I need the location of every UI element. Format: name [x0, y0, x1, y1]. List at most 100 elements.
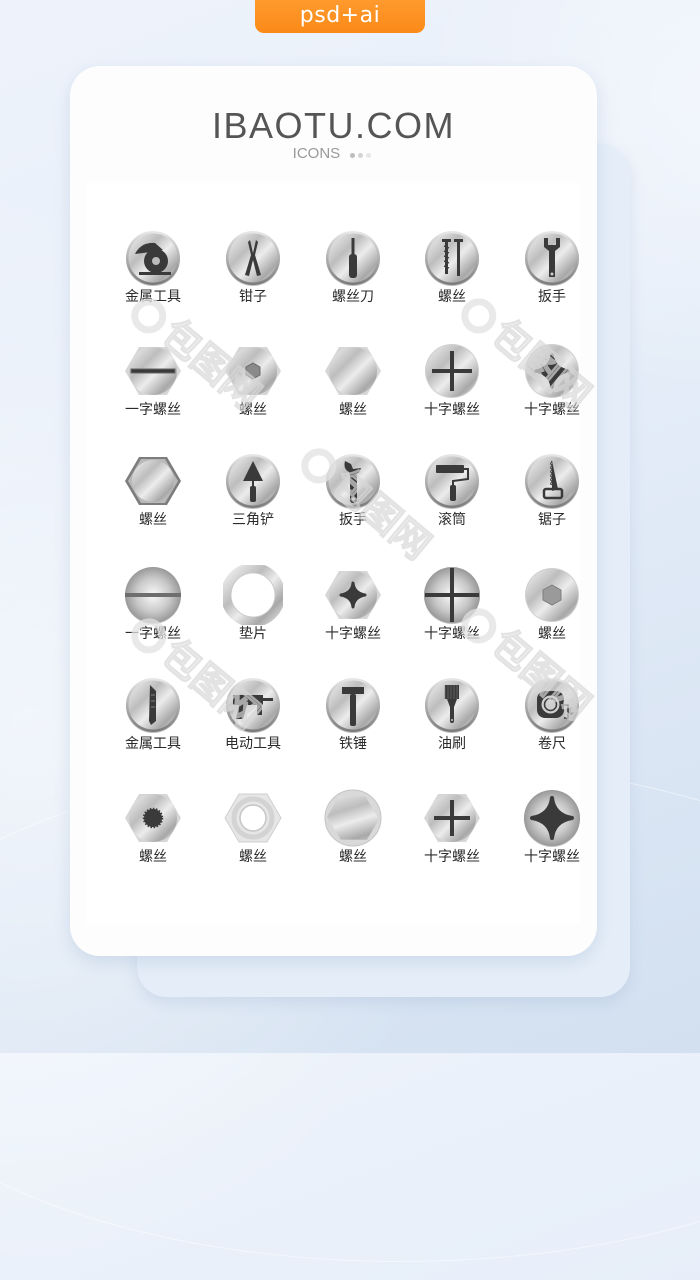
icon-tile[interactable]: 螺丝 — [103, 451, 203, 551]
icon-sheet-card: IBAOTU.COM ICONS 金属工具 钳子 螺丝刀 螺丝 扳手 一字螺丝 … — [70, 66, 597, 956]
icon-tile[interactable]: 螺丝 — [303, 341, 403, 441]
icon-tile[interactable]: 电动工具 — [203, 675, 303, 775]
icon-label: 电动工具 — [225, 736, 281, 752]
adjustable-wrench-icon — [326, 454, 380, 509]
tape-measure-icon — [525, 678, 579, 733]
icon-tile[interactable]: 油刷 — [402, 675, 502, 775]
icon-tile[interactable]: 螺丝 — [103, 788, 203, 888]
icon-tile[interactable]: 金属工具 — [103, 228, 203, 328]
slotted-round-screw-icon — [125, 567, 181, 624]
hex-socket-round-icon — [525, 568, 579, 622]
icon-tile[interactable]: 十字螺丝 — [402, 565, 502, 665]
icon-tile[interactable]: 扳手 — [303, 451, 403, 551]
hammer-icon — [326, 678, 380, 733]
icon-tile[interactable]: 铁锤 — [303, 675, 403, 775]
icon-label: 扳手 — [339, 512, 367, 528]
brand-subtitle: ICONS — [70, 145, 597, 163]
icon-label: 扳手 — [538, 289, 566, 305]
icon-label: 螺丝刀 — [332, 289, 374, 305]
icon-label: 一字螺丝 — [125, 626, 181, 642]
icon-label: 螺丝 — [239, 849, 267, 865]
hex-socket-bolt-icon — [225, 347, 281, 395]
icon-tile[interactable]: 一字螺丝 — [103, 565, 203, 665]
brand-title: IBAOTU.COM — [211, 105, 455, 146]
phillips-screw-icon — [425, 344, 479, 398]
icon-grid: 金属工具 钳子 螺丝刀 螺丝 扳手 一字螺丝 螺丝 螺丝 十字螺丝 十字螺丝 螺… — [86, 183, 580, 923]
screwdriver-icon — [326, 231, 380, 286]
icon-tile[interactable]: 十字螺丝 — [402, 341, 502, 441]
icon-tile[interactable]: 十字螺丝 — [502, 341, 602, 441]
icon-tile[interactable]: 螺丝刀 — [303, 228, 403, 328]
icon-tile[interactable]: 扳手 — [502, 228, 602, 328]
slotted-hex-bolt-icon — [125, 347, 181, 395]
icon-tile[interactable]: 滚筒 — [402, 451, 502, 551]
paint-roller-icon — [425, 454, 479, 509]
icon-label: 螺丝 — [139, 512, 167, 528]
icon-tile[interactable]: 垫片 — [203, 565, 303, 665]
icon-tile[interactable]: 十字螺丝 — [402, 788, 502, 888]
icon-label: 螺丝 — [538, 626, 566, 642]
icon-tile[interactable]: 十字螺丝 — [502, 788, 602, 888]
icon-tile[interactable]: 螺丝 — [502, 565, 602, 665]
pagination-dots — [350, 145, 374, 163]
icon-label: 滚筒 — [438, 512, 466, 528]
phillips-pan-screw-icon — [524, 790, 580, 847]
dot-2 — [358, 153, 364, 159]
icon-tile[interactable]: 螺丝 — [402, 228, 502, 328]
wrench-icon — [525, 231, 579, 286]
format-badge: psd+ai — [255, 0, 425, 33]
icon-label: 锯子 — [538, 512, 566, 528]
icon-tile[interactable]: 螺丝 — [203, 341, 303, 441]
flange-hex-bolt-icon — [324, 789, 382, 847]
icon-label: 螺丝 — [239, 402, 267, 418]
icon-tile[interactable]: 三角铲 — [203, 451, 303, 551]
torx-hex-bolt-icon — [125, 794, 181, 842]
utility-knife-icon — [126, 678, 180, 733]
icon-label: 十字螺丝 — [325, 626, 381, 642]
icon-label: 金属工具 — [125, 736, 181, 752]
icon-label: 卷尺 — [538, 736, 566, 752]
icon-label: 一字螺丝 — [125, 402, 181, 418]
icon-label: 三角铲 — [232, 512, 274, 528]
phillips-hex-bolt-icon — [325, 571, 381, 619]
icon-tile[interactable]: 金属工具 — [103, 675, 203, 775]
icon-tile[interactable]: 卷尺 — [502, 675, 602, 775]
icon-label: 十字螺丝 — [524, 402, 580, 418]
icon-label: 钳子 — [239, 289, 267, 305]
icon-label: 金属工具 — [125, 289, 181, 305]
dot-3 — [366, 153, 372, 159]
phillips-round-screw-icon — [424, 567, 480, 624]
circular-saw-icon — [126, 231, 180, 286]
trowel-icon — [226, 454, 280, 509]
icon-tile[interactable]: 螺丝 — [303, 788, 403, 888]
screws-icon — [425, 231, 479, 286]
icon-label: 油刷 — [438, 736, 466, 752]
icon-tile[interactable]: 钳子 — [203, 228, 303, 328]
icon-label: 螺丝 — [139, 849, 167, 865]
subtitle-text: ICONS — [292, 145, 341, 162]
icon-label: 螺丝 — [339, 402, 367, 418]
icon-tile[interactable]: 一字螺丝 — [103, 341, 203, 441]
plain-hex-bolt-icon — [325, 347, 381, 395]
hex-nut-icon — [125, 457, 181, 505]
icon-label: 十字螺丝 — [424, 849, 480, 865]
icon-tile[interactable]: 十字螺丝 — [303, 565, 403, 665]
icon-label: 十字螺丝 — [424, 626, 480, 642]
icon-label: 垫片 — [239, 626, 267, 642]
icon-label: 十字螺丝 — [524, 849, 580, 865]
icon-label: 铁锤 — [339, 736, 367, 752]
dot-1 — [350, 153, 356, 159]
lock-nut-icon — [224, 793, 282, 843]
icon-tile[interactable]: 锯子 — [502, 451, 602, 551]
icon-label: 螺丝 — [339, 849, 367, 865]
pliers-icon — [226, 231, 280, 286]
icon-label: 十字螺丝 — [424, 402, 480, 418]
paint-brush-icon — [425, 678, 479, 733]
washer-icon — [223, 565, 283, 625]
power-drill-icon — [226, 678, 280, 733]
phillips-screw-star-icon — [525, 344, 579, 398]
icon-label: 螺丝 — [438, 289, 466, 305]
phillips-hex-screw-icon — [424, 794, 480, 842]
icon-tile[interactable]: 螺丝 — [203, 788, 303, 888]
hand-saw-icon — [525, 454, 579, 509]
